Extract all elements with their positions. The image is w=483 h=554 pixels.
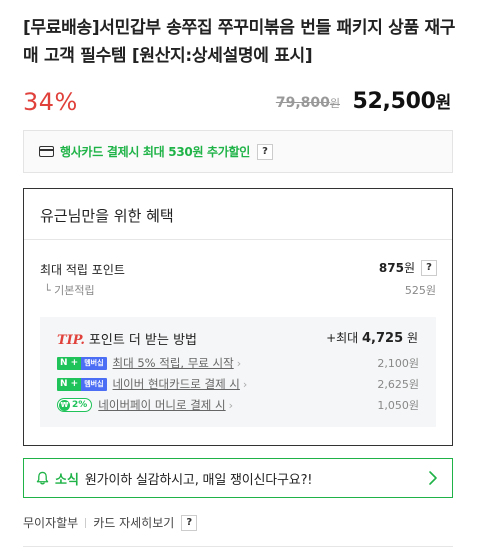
tip-row-naverpay-money[interactable]: ₩2% 네이버페이 머니로 결제 시 › 1,050원 xyxy=(57,397,419,413)
naver-membership-badge: N + 멤버십 xyxy=(57,356,107,370)
coin-icon: ₩ xyxy=(59,399,70,411)
original-price: 79,800원 xyxy=(276,94,340,113)
naver-membership-badge: N + 멤버십 xyxy=(57,377,107,391)
price-row: 34% 79,800원 52,500원 xyxy=(23,84,453,120)
tip-value-membership: 2,100원 xyxy=(377,357,419,370)
bottom-links: 무이자할부 카드 자세히보기 ? xyxy=(23,514,198,531)
divider xyxy=(23,546,453,547)
card-promo-box: 행사카드 결제시 최대 530원 추가할인 ? xyxy=(23,130,453,173)
tip-title: 포인트 더 받는 방법 xyxy=(88,333,197,348)
installment-link[interactable]: 무이자할부 xyxy=(23,514,78,531)
card-detail-link[interactable]: 카드 자세히보기 xyxy=(93,514,174,531)
tip-label: TIP. 포인트 더 받는 방법 xyxy=(57,329,197,348)
badge-n: N + xyxy=(57,377,82,391)
sale-price-unit: 원 xyxy=(435,93,452,113)
product-title: [무료배송]서민갑부 송쭈집 쭈꾸미볶음 번들 패키지 상품 재구매 고객 필수… xyxy=(23,18,456,66)
tip-total-unit: 원 xyxy=(403,331,418,345)
bell-icon xyxy=(36,471,49,485)
divider xyxy=(85,517,87,528)
benefit-title: 유근님만을 위한 혜택 xyxy=(40,207,174,225)
tip-value-hyundai-card: 2,625원 xyxy=(377,378,419,391)
max-point-amount: 875 xyxy=(378,260,404,275)
notice-text: 원가이하 실감하시고, 매일 쟁이신다구요?! xyxy=(84,472,313,488)
benefit-panel: 유근님만을 위한 혜택 최대 적립 포인트 875 원 ? └ 기본적립 525원… xyxy=(23,188,453,446)
max-point-value: 875 원 ? xyxy=(379,259,437,276)
card-promo-text: 행사카드 결제시 최대 530원 추가할인 xyxy=(60,145,251,159)
tip-link-hyundai-card[interactable]: 네이버 현대카드로 결제 시 xyxy=(113,376,240,392)
discount-rate: 34% xyxy=(23,88,78,116)
chevron-right-icon: › xyxy=(242,377,248,391)
divider xyxy=(24,239,452,240)
chevron-right-icon: › xyxy=(228,398,234,412)
basic-point-value: 525원 xyxy=(404,284,436,297)
chevron-right-icon xyxy=(429,471,437,485)
card-detail-help-button[interactable]: ? xyxy=(181,514,198,531)
badge-n: N + xyxy=(57,356,82,370)
badge-membership: 멤버십 xyxy=(81,356,107,370)
credit-card-icon xyxy=(39,146,54,157)
max-point-help-button[interactable]: ? xyxy=(421,259,437,276)
max-point-unit: 원 xyxy=(403,261,415,275)
notice-tag: 소식 xyxy=(55,472,79,488)
tip-tag: TIP. xyxy=(57,333,85,348)
max-point-label: 최대 적립 포인트 xyxy=(40,263,125,277)
badge-membership: 멤버십 xyxy=(81,377,107,391)
tip-link-naverpay-money[interactable]: 네이버페이 머니로 결제 시 xyxy=(98,397,225,413)
basic-point-label: └ 기본적립 xyxy=(44,284,95,297)
tip-box: TIP. 포인트 더 받는 방법 +최대 4,725 원 N + 멤버십 최대 5%… xyxy=(40,317,436,427)
tip-total-prefix: +최대 xyxy=(326,331,363,345)
tip-row-membership[interactable]: N + 멤버십 최대 5% 적립, 무료 시작 › 2,100원 xyxy=(57,355,419,371)
sale-price-value: 52,500 xyxy=(352,89,436,114)
tip-row-hyundai-card[interactable]: N + 멤버십 네이버 현대카드로 결제 시 › 2,625원 xyxy=(57,376,419,392)
original-price-value: 79,800 xyxy=(275,95,330,111)
tip-total-value: 4,725 xyxy=(362,331,404,346)
notice-banner[interactable]: 소식 원가이하 실감하시고, 매일 쟁이신다구요?! xyxy=(23,458,453,498)
naverpay-badge: ₩2% xyxy=(57,398,93,412)
tip-value-naverpay-money: 1,050원 xyxy=(377,399,419,412)
chevron-right-icon: › xyxy=(236,356,242,370)
sale-price: 52,500원 xyxy=(352,84,452,121)
tip-link-membership[interactable]: 최대 5% 적립, 무료 시작 xyxy=(113,355,234,371)
badge-rate: 2% xyxy=(72,400,88,410)
original-price-unit: 원 xyxy=(329,97,340,110)
card-promo-help-button[interactable]: ? xyxy=(257,143,274,160)
tip-total: +최대 4,725 원 xyxy=(326,329,418,346)
